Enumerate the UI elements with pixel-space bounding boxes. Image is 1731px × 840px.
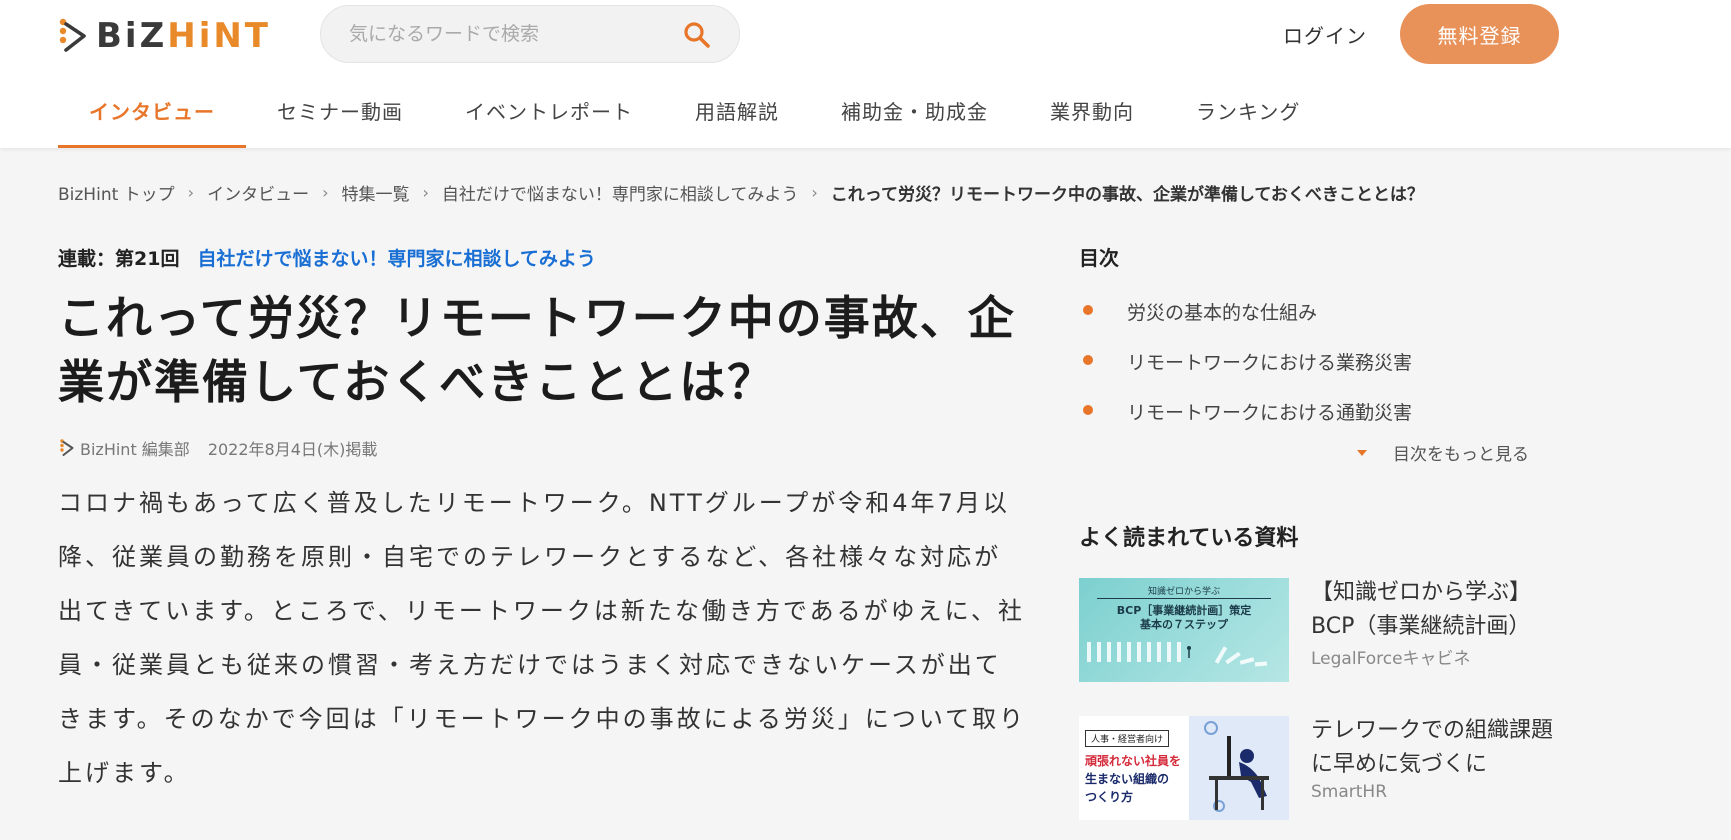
- breadcrumb: BizHint トップ › インタビュー › 特集一覧 › 自社だけで悩まない！…: [58, 180, 1678, 205]
- toc-item-label: リモートワークにおける通勤災害: [1127, 401, 1413, 424]
- toc-more-label: 目次をもっと見る: [1393, 445, 1529, 465]
- toc-item[interactable]: リモートワークにおける業務災害: [1079, 336, 1559, 386]
- logo-text-hint: HiNT: [167, 16, 271, 56]
- article-author: BizHint 編集部: [80, 440, 190, 459]
- nav-item-interview[interactable]: インタビュー: [58, 84, 246, 148]
- resource-card[interactable]: 知識ゼロから学ぶ BCP［事業継続計画］策定 基本の７ステップ 【知識ゼロから学…: [1079, 576, 1569, 686]
- nav-item-ranking[interactable]: ランキング: [1165, 84, 1331, 148]
- article-meta: BizHint 編集部 2022年8月4日(木)掲載: [58, 436, 377, 460]
- nav-item-event-report[interactable]: イベントレポート: [434, 84, 664, 148]
- bullet-icon: [1083, 355, 1093, 365]
- popular-heading: よく読まれている資料: [1079, 526, 1299, 551]
- chevron-right-icon: ›: [187, 183, 195, 202]
- main-nav: インタビュー セミナー動画 イベントレポート 用語解説 補助金・助成金 業界動向…: [58, 84, 1331, 148]
- chevron-right-icon: ›: [811, 183, 818, 202]
- search-icon[interactable]: [683, 21, 711, 49]
- toc-more-link[interactable]: 目次をもっと見る: [1357, 440, 1529, 465]
- resource-company: LegalForceキャビネ: [1311, 649, 1471, 669]
- breadcrumb-home[interactable]: BizHint トップ: [58, 180, 175, 205]
- bullet-icon: [1083, 305, 1093, 315]
- article-lead: コロナ禍もあって広く普及したリモートワーク。NTTグループが令和4年7月以降、従…: [58, 489, 1027, 787]
- nav-item-seminar-video[interactable]: セミナー動画: [246, 84, 434, 148]
- toc-list: 労災の基本的な仕組み リモートワークにおける業務災害 リモートワークにおける通勤…: [1079, 286, 1559, 436]
- toc-item-label: 労災の基本的な仕組み: [1127, 301, 1318, 324]
- site-header: BiZHiNT ログイン 無料登録 インタビュー セミナー動画 イベントレポート…: [0, 0, 1731, 148]
- breadcrumb-features[interactable]: 特集一覧: [341, 180, 409, 205]
- series-info: 連載：第21回 自社だけで悩まない！専門家に相談してみよう: [58, 244, 596, 271]
- logo-wordmark: BiZHiNT: [96, 16, 271, 56]
- login-link[interactable]: ログイン: [1283, 20, 1367, 49]
- thumb-title-line: 生まない組織の: [1085, 772, 1170, 786]
- logo-mark-icon: [59, 18, 86, 52]
- resource-company: SmartHR: [1311, 782, 1388, 802]
- chevron-right-icon: ›: [322, 183, 329, 202]
- resource-title[interactable]: テレワークでの組織課題に早めに気づくに: [1311, 714, 1569, 782]
- toc-item[interactable]: 労災の基本的な仕組み: [1079, 286, 1559, 336]
- toc-heading: 目次: [1079, 246, 1119, 270]
- article-title: これって労災？リモートワーク中の事故、企業が準備しておくべきこととは？: [58, 291, 1016, 409]
- thumb-title-line: 基本の７ステップ: [1140, 618, 1228, 631]
- caret-down-icon: [1357, 449, 1367, 456]
- resource-card[interactable]: 人事・経営者向け 頑張れない社員を 生まない組織の つくり方 テレワークでの組織…: [1079, 714, 1569, 824]
- nav-item-subsidies[interactable]: 補助金・助成金: [810, 84, 1019, 148]
- resource-thumbnail: 知識ゼロから学ぶ BCP［事業継続計画］策定 基本の７ステップ: [1079, 578, 1289, 682]
- thumb-caption: 知識ゼロから学ぶ: [1147, 587, 1220, 597]
- thumb-title: BCP［事業継続計画］策定 基本の７ステップ: [1079, 604, 1289, 632]
- bullet-icon: [1083, 405, 1093, 415]
- resource-title[interactable]: 【知識ゼロから学ぶ】BCP（事業継続計画）: [1311, 576, 1569, 644]
- nav-item-glossary[interactable]: 用語解説: [664, 84, 810, 148]
- domino-illustration-icon: [1087, 642, 1268, 667]
- toc-item-label: リモートワークにおける業務災害: [1127, 351, 1413, 374]
- series-label: 連載：第21回: [58, 248, 180, 270]
- chevron-right-icon: ›: [422, 183, 429, 202]
- article-date: 2022年8月4日(木)掲載: [207, 440, 378, 459]
- resource-thumbnail: 人事・経営者向け 頑張れない社員を 生まない組織の つくり方: [1079, 716, 1289, 820]
- thumb-title-line: つくり方: [1085, 790, 1134, 804]
- breadcrumb-current: これって労災？リモートワーク中の事故、企業が準備しておくべきこととは？: [830, 185, 1424, 205]
- search-box: [320, 5, 740, 63]
- author-logo-icon: [60, 439, 74, 456]
- breadcrumb-interview[interactable]: インタビュー: [207, 180, 309, 205]
- register-button[interactable]: 無料登録: [1400, 4, 1559, 64]
- nav-item-industry-trends[interactable]: 業界動向: [1019, 84, 1165, 148]
- search-input[interactable]: [347, 22, 667, 46]
- thumb-tag: 人事・経営者向け: [1085, 730, 1170, 747]
- thumb-title-line: BCP［事業継続計画］策定: [1116, 604, 1252, 617]
- breadcrumb-series[interactable]: 自社だけで悩まない！専門家に相談してみよう: [442, 180, 799, 205]
- tired-worker-illustration-icon: [1204, 721, 1269, 812]
- logo-text-biz: BiZ: [96, 16, 168, 56]
- bizhint-logo[interactable]: BiZHiNT: [58, 14, 271, 58]
- series-link[interactable]: 自社だけで悩まない！専門家に相談してみよう: [197, 244, 595, 271]
- thumb-title-line: 頑張れない社員を: [1085, 754, 1182, 768]
- toc-item[interactable]: リモートワークにおける通勤災害: [1079, 386, 1559, 436]
